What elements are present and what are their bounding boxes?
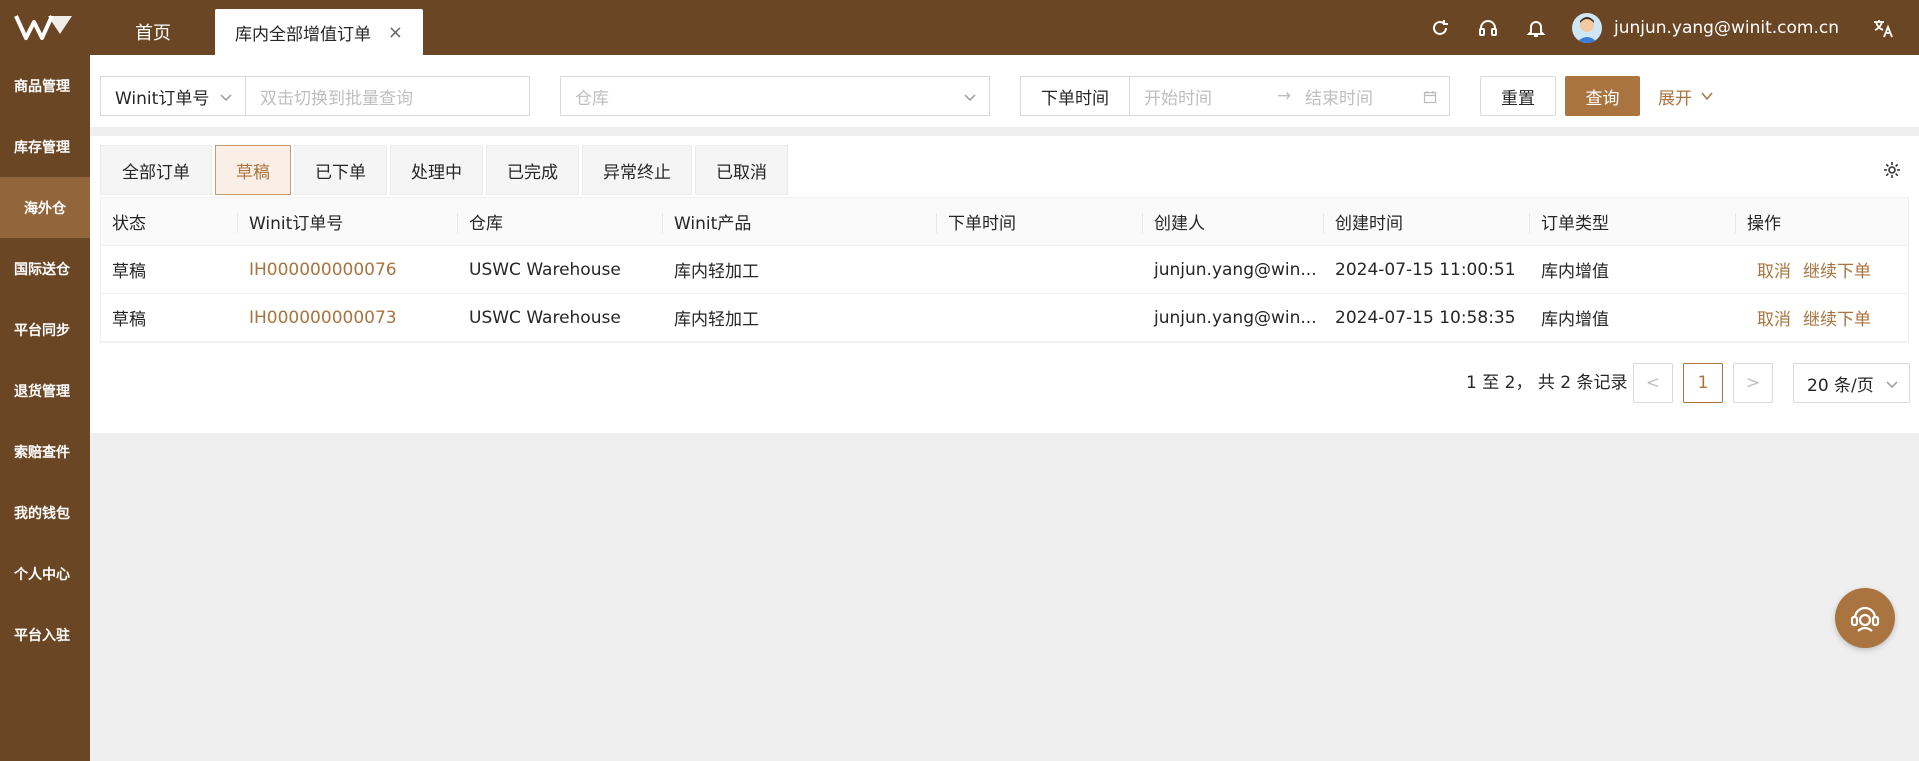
- cancel-link[interactable]: 取消: [1757, 262, 1791, 282]
- sidebar-item-wallet[interactable]: 我的钱包: [0, 482, 90, 543]
- winit-logo[interactable]: [12, 10, 76, 46]
- tab-cancelled[interactable]: 已取消: [695, 145, 788, 195]
- warehouse-select[interactable]: 仓库: [560, 76, 990, 116]
- calendar-icon: [1423, 91, 1437, 104]
- header-warehouse: 仓库: [458, 209, 663, 234]
- gear-icon[interactable]: [1882, 160, 1902, 180]
- order-number-input[interactable]: 双击切换到批量查询: [245, 76, 530, 116]
- row-created-time: 2024-07-15 11:00:51: [1335, 259, 1516, 280]
- time-type-select[interactable]: 下单时间: [1020, 76, 1130, 116]
- row-order-type: 库内增值: [1541, 310, 1609, 330]
- time-type-value: 下单时间: [1041, 88, 1109, 109]
- tab-ordered[interactable]: 已下单: [294, 145, 387, 195]
- bell-icon[interactable]: [1524, 16, 1548, 40]
- prev-page-button[interactable]: <: [1633, 363, 1673, 403]
- tab-all-value-added-orders[interactable]: 库内全部增值订单 ×: [215, 9, 423, 55]
- row-creator: junjun.yang@win...: [1154, 307, 1317, 328]
- tab-home[interactable]: 首页: [110, 9, 196, 55]
- row-product: 库内轻加工: [674, 262, 759, 282]
- page-size-select[interactable]: 20 条/页: [1793, 363, 1910, 403]
- header-order-type: 订单类型: [1530, 209, 1736, 234]
- warehouse-placeholder: 仓库: [575, 88, 609, 109]
- avatar[interactable]: [1571, 12, 1602, 43]
- row-order-type: 库内增值: [1541, 262, 1609, 282]
- next-page-button[interactable]: >: [1733, 363, 1773, 403]
- row-order-no-link[interactable]: IH000000000073: [238, 308, 458, 328]
- page-size-value: 20 条/页: [1807, 375, 1874, 396]
- sidebar-item-profile[interactable]: 个人中心: [0, 543, 90, 604]
- row-creator: junjun.yang@win...: [1154, 259, 1317, 280]
- header-actions: 操作: [1747, 214, 1781, 234]
- expand-label: 展开: [1658, 88, 1692, 109]
- chevron-down-icon: [964, 94, 976, 102]
- table-header: 状态 Winit订单号 仓库 Winit产品 下单时间 创建人 创建时间 订单类…: [101, 198, 1908, 246]
- header-created-time: 创建时间: [1324, 209, 1530, 234]
- row-created-time: 2024-07-15 10:58:35: [1335, 307, 1516, 328]
- chevron-down-icon: [1886, 381, 1898, 389]
- tab-processing[interactable]: 处理中: [390, 145, 483, 195]
- header-product: Winit产品: [663, 209, 937, 234]
- table-row: 草稿 IH000000000073 USWC Warehouse 库内轻加工 j…: [101, 294, 1908, 342]
- reset-button[interactable]: 重置: [1480, 76, 1556, 116]
- sidebar-item-returns[interactable]: 退货管理: [0, 360, 90, 421]
- expand-toggle[interactable]: 展开: [1658, 76, 1714, 116]
- status-tabs: 全部订单 草稿 已下单 处理中 已完成 异常终止 已取消: [100, 145, 791, 195]
- orders-table: 状态 Winit订单号 仓库 Winit产品 下单时间 创建人 创建时间 订单类…: [100, 197, 1909, 343]
- sidebar-item-inventory[interactable]: 库存管理: [0, 116, 90, 177]
- tab-label: 库内全部增值订单: [235, 24, 371, 45]
- row-order-no-link[interactable]: IH000000000076: [238, 260, 458, 280]
- continue-order-link[interactable]: 继续下单: [1803, 310, 1871, 330]
- row-product: 库内轻加工: [674, 310, 759, 330]
- sidebar-item-claims[interactable]: 索赔查件: [0, 421, 90, 482]
- row-actions: 取消 继续下单: [1736, 257, 1908, 282]
- start-date-placeholder: 开始时间: [1144, 88, 1212, 109]
- tab-abnormal-terminated[interactable]: 异常终止: [582, 145, 692, 195]
- translate-icon[interactable]: [1871, 16, 1895, 40]
- tab-completed[interactable]: 已完成: [486, 145, 579, 195]
- order-type-select[interactable]: Winit订单号: [100, 76, 246, 116]
- close-icon[interactable]: ×: [388, 22, 403, 43]
- order-type-value: Winit订单号: [115, 88, 210, 109]
- header-order-no: Winit订单号: [238, 209, 458, 234]
- sidebar-item-platform-sync[interactable]: 平台同步: [0, 299, 90, 360]
- row-warehouse: USWC Warehouse: [469, 259, 621, 280]
- table-row: 草稿 IH000000000076 USWC Warehouse 库内轻加工 j…: [101, 246, 1908, 294]
- order-number-placeholder: 双击切换到批量查询: [260, 88, 413, 109]
- headset-icon[interactable]: [1476, 16, 1500, 40]
- top-bar: 首页 库内全部增值订单 × junjun.yang@winit.com.cn: [0, 0, 1919, 55]
- sidebar-item-platform-join[interactable]: 平台入驻: [0, 604, 90, 665]
- end-date-placeholder: 结束时间: [1305, 88, 1373, 109]
- sidebar-item-products[interactable]: 商品管理: [0, 55, 90, 116]
- support-agent-icon: [1850, 606, 1880, 632]
- date-range-picker[interactable]: 开始时间 → 结束时间: [1129, 76, 1450, 116]
- refresh-icon[interactable]: [1428, 16, 1452, 40]
- header-creator: 创建人: [1143, 209, 1324, 234]
- chevron-down-icon: [1701, 92, 1713, 101]
- row-actions: 取消 继续下单: [1736, 305, 1908, 330]
- user-email[interactable]: junjun.yang@winit.com.cn: [1614, 18, 1839, 38]
- query-button[interactable]: 查询: [1565, 76, 1640, 116]
- pagination-summary: 1 至 2， 共 2 条记录: [1466, 373, 1628, 393]
- header-status: 状态: [101, 209, 238, 234]
- cancel-link[interactable]: 取消: [1757, 310, 1791, 330]
- row-warehouse: USWC Warehouse: [469, 307, 621, 328]
- row-status: 草稿: [112, 310, 146, 330]
- tab-draft[interactable]: 草稿: [215, 145, 291, 195]
- chevron-down-icon: [220, 94, 232, 102]
- sidebar: 商品管理 库存管理 海外仓 国际送仓 平台同步 退货管理 索赔查件 我的钱包 个…: [0, 55, 90, 761]
- continue-order-link[interactable]: 继续下单: [1803, 262, 1871, 282]
- page-1-button[interactable]: 1: [1683, 363, 1723, 403]
- row-status: 草稿: [112, 262, 146, 282]
- sidebar-item-intl-delivery[interactable]: 国际送仓: [0, 238, 90, 299]
- range-arrow-icon: →: [1276, 86, 1292, 106]
- sidebar-item-overseas-warehouse[interactable]: 海外仓: [0, 177, 90, 238]
- customer-service-button[interactable]: [1835, 588, 1895, 648]
- tab-all-orders[interactable]: 全部订单: [100, 145, 212, 195]
- header-order-time: 下单时间: [937, 209, 1143, 234]
